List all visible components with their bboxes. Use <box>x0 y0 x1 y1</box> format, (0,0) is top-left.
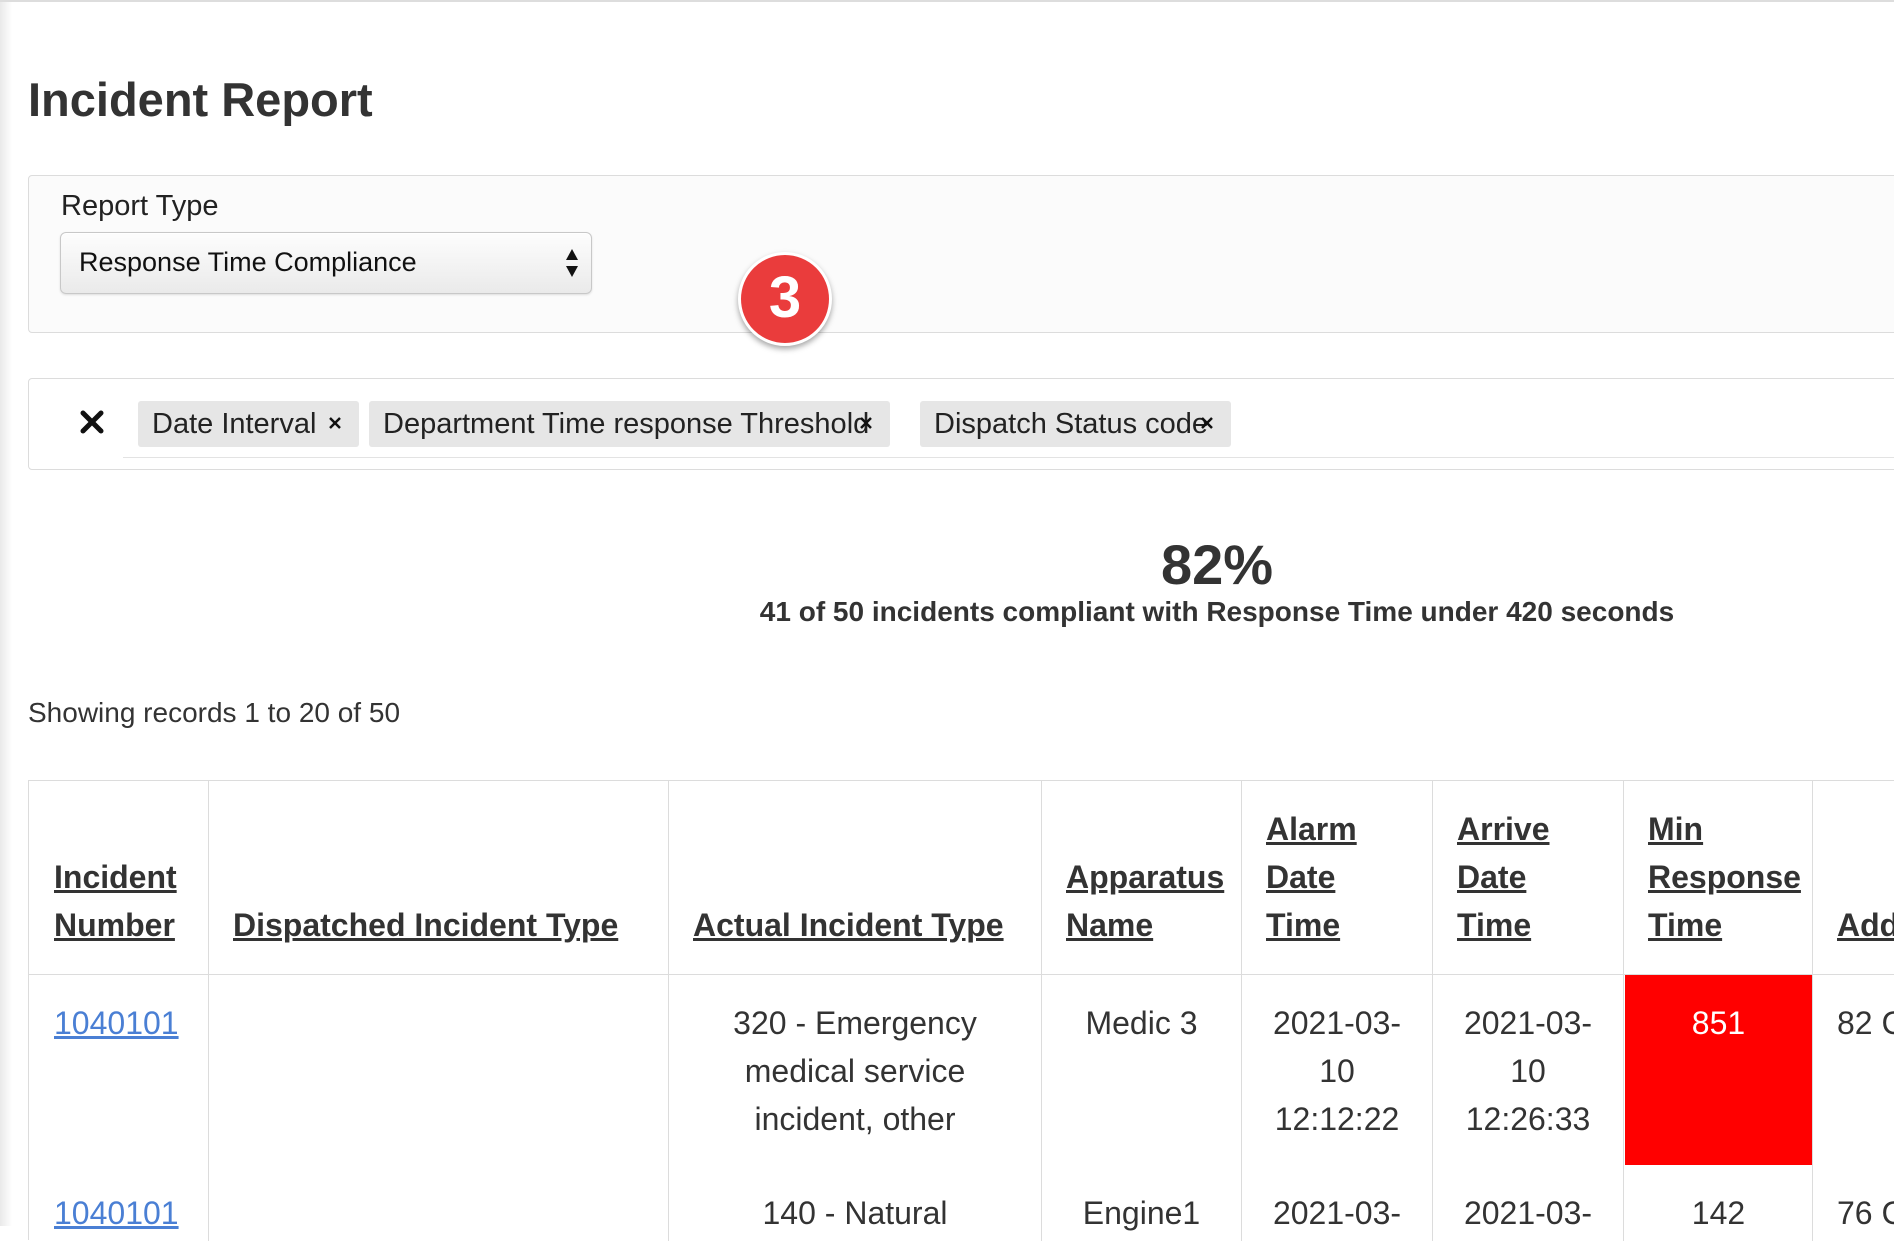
filter-chip-label: Department Time response Threshold <box>383 408 870 440</box>
incident-number-link[interactable]: 1040101 <box>54 1189 179 1237</box>
alarm-date-time-cell: 2021-03- <box>1272 1195 1402 1231</box>
records-info: Showing records 1 to 20 of 50 <box>28 697 401 728</box>
report-type-select[interactable]: Response Time Compliance <box>60 232 592 294</box>
column-header-min-response-time[interactable]: Min Response Time <box>1648 805 1801 949</box>
top-border <box>0 0 1894 2</box>
remove-filter-icon[interactable] <box>1199 415 1215 431</box>
filter-chip-label: Dispatch Status code <box>934 408 1209 440</box>
actual-incident-type-cell: 140 - Natural <box>762 1195 948 1231</box>
arrive-date-time-cell: 2021-03- <box>1463 1195 1593 1231</box>
incident-number-link[interactable]: 1040101 <box>54 999 179 1047</box>
report-type-label: Report Type <box>61 190 219 222</box>
remove-filter-icon[interactable] <box>858 415 874 431</box>
address-cell: 76 C <box>1837 1195 1894 1231</box>
filter-chip-date-interval[interactable]: Date Interval <box>138 401 359 447</box>
min-response-time-cell: 142 <box>1691 1195 1746 1231</box>
column-header-dispatched-incident-type[interactable]: Dispatched Incident Type <box>233 901 618 949</box>
column-divider <box>208 781 209 1241</box>
compliance-percentage: 82% <box>1160 533 1274 596</box>
step-number-badge: 3 <box>738 252 832 346</box>
column-header-arrive-date-time[interactable]: Arrive Date Time <box>1457 805 1550 949</box>
column-header-actual-incident-type[interactable]: Actual Incident Type <box>693 901 1004 949</box>
clear-filters-icon[interactable] <box>77 405 107 439</box>
min-response-time-cell: 851 <box>1691 1005 1746 1041</box>
select-arrows-icon <box>566 249 578 277</box>
address-cell: 82 C <box>1837 1005 1894 1041</box>
report-type-selected-value: Response Time Compliance <box>79 247 417 277</box>
compliance-summary: 41 of 50 incidents compliant with Respon… <box>759 596 1675 627</box>
column-header-incident-number[interactable]: Incident Number <box>54 853 177 949</box>
apparatus-name-cell: Engine1 <box>1082 1195 1201 1231</box>
column-header-apparatus-name[interactable]: Apparatus Name <box>1066 853 1224 949</box>
column-header-address[interactable]: Add <box>1837 901 1894 949</box>
filter-bar: Date Interval Department Time response T… <box>28 378 1894 470</box>
filter-chip-dispatch-status[interactable]: Dispatch Status code <box>920 401 1231 447</box>
arrive-date-time-cell: 2021-03- 10 12:26:33 <box>1463 1005 1593 1137</box>
report-type-panel: Report Type Response Time Compliance <box>28 175 1894 333</box>
alarm-date-time-cell: 2021-03- 10 12:12:22 <box>1272 1005 1402 1137</box>
apparatus-name-cell: Medic 3 <box>1085 1005 1198 1041</box>
column-divider <box>1812 781 1813 1241</box>
filter-chip-department-threshold[interactable]: Department Time response Threshold <box>369 401 890 447</box>
filter-chips: Date Interval Department Time response T… <box>123 399 1894 458</box>
actual-incident-type-cell: 320 - Emergency medical service incident… <box>733 1005 977 1137</box>
filter-chip-label: Date Interval <box>152 408 317 440</box>
column-divider <box>1623 781 1624 1241</box>
remove-filter-icon[interactable] <box>327 415 343 431</box>
page-title: Incident Report <box>28 73 373 126</box>
header-divider <box>29 974 1894 975</box>
column-header-alarm-date-time[interactable]: Alarm Date Time <box>1266 805 1357 949</box>
incident-table: Incident Number Dispatched Incident Type… <box>28 780 1894 1241</box>
